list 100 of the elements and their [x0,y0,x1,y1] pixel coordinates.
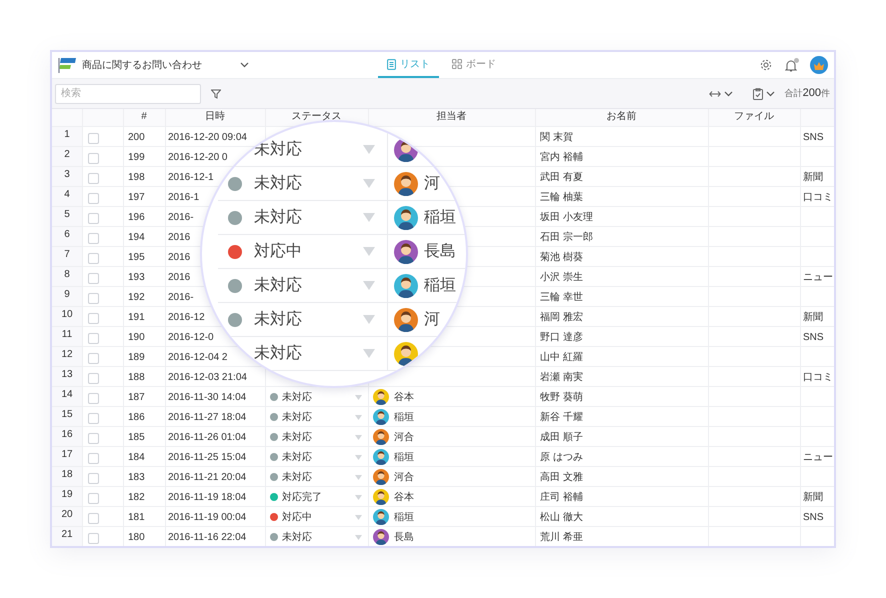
status-label[interactable]: 未対応 [282,532,312,543]
row-checkbox[interactable] [88,273,99,284]
assignee-name: 河合 [394,431,414,444]
customer-name: 原 はつみ [540,451,583,464]
status-label[interactable]: 未対応 [282,392,312,403]
row-checkbox[interactable] [88,293,99,304]
page-title: 商品に関するお問い合わせ [82,58,203,72]
record-id: 185 [128,432,145,442]
status-label[interactable]: 対応中 [282,512,312,523]
customer-name: 三輪 柚葉 [540,190,583,204]
caret-icon [363,179,375,188]
chevron-down-icon[interactable] [240,62,249,68]
row-checkbox[interactable] [88,233,99,244]
row-checkbox[interactable] [88,453,99,464]
date-time: 2016-12 [168,312,205,322]
row-checkbox[interactable] [88,213,99,224]
filter-icon[interactable] [211,88,221,98]
customer-name: 福岡 雅宏 [540,310,583,324]
record-id: 191 [128,312,145,322]
row-checkbox[interactable] [88,533,99,544]
row-checkbox[interactable] [88,393,99,404]
assignee-name: 谷本 [394,490,414,504]
horizontal-arrows-icon[interactable] [708,90,721,98]
customer-name: 牧野 葵萌 [540,390,583,404]
customer-name: 成田 順子 [540,430,583,444]
row-number: 19 [61,489,73,500]
source-label: ニュー [803,271,833,284]
customer-name: 菊池 樹葵 [540,250,583,264]
date-time: 2016-11-27 18:04 [168,412,246,422]
row-checkbox[interactable] [88,313,99,324]
status-label: 未対応 [254,277,302,294]
record-id: 199 [128,152,145,162]
row-checkbox[interactable] [88,173,99,184]
row-checkbox[interactable] [88,133,99,144]
status-label[interactable]: 未対応 [282,472,312,483]
source-label: SNS [803,332,824,342]
row-number: 1 [64,129,70,140]
status-label[interactable]: 対応完了 [282,492,322,503]
row-checkbox[interactable] [88,353,99,364]
assignee-name: 長島 [394,530,414,544]
record-id: 188 [128,372,145,382]
status-label: 未対応 [254,345,302,362]
assignee-name: 稲垣 [424,276,456,296]
view-tab[interactable]: ボード [443,52,505,78]
chevron-down-icon[interactable] [724,90,733,96]
status-label[interactable]: 未対応 [282,432,312,443]
record-id: 181 [128,512,145,522]
row-checkbox[interactable] [88,373,99,384]
row-number: 3 [64,169,70,180]
settings-icon[interactable] [760,59,772,71]
row-checkbox[interactable] [88,253,99,264]
date-time: 2016-1 [168,192,200,202]
customer-name: 新谷 千耀 [540,410,583,424]
notification-icon[interactable] [785,58,797,72]
record-id: 184 [128,452,145,462]
total-count: 合計200件 [784,87,830,100]
source-label: 口コミ [803,371,833,384]
row-checkbox[interactable] [88,333,99,344]
row-number: 9 [64,289,70,300]
assignee-name: 稲垣 [424,208,456,228]
search-field[interactable]: 検索 [55,84,201,104]
date-time: 2016-12-04 2 [168,352,228,362]
customer-name: 石田 宗一郎 [540,230,593,244]
row-checkbox[interactable] [88,493,99,504]
caret-icon [363,247,375,256]
record-id: 192 [128,292,145,302]
customer-name: 三輪 幸世 [540,290,583,304]
user-avatar-icon[interactable] [810,56,828,74]
row-checkbox[interactable] [88,153,99,164]
source-label: 新聞 [803,490,823,504]
customer-name: 高田 文雅 [540,470,583,484]
record-id: 186 [128,412,145,422]
row-number: 15 [61,409,73,420]
row-checkbox[interactable] [88,513,99,524]
row-checkbox[interactable] [88,473,99,484]
customer-name: 庄司 裕輔 [540,490,583,504]
row-checkbox[interactable] [88,433,99,444]
row-checkbox[interactable] [88,193,99,204]
caret-icon [363,349,375,358]
clipboard-icon[interactable] [752,88,763,100]
chevron-down-icon[interactable] [766,90,775,96]
row-number: 11 [62,329,72,340]
assignee-name: 稲垣 [394,451,414,464]
record-id: 194 [128,232,145,242]
document-icon [387,58,396,70]
customer-name: 荒川 希亜 [540,530,583,544]
row-number: 2 [64,149,70,160]
row-checkbox[interactable] [88,413,99,424]
caret-icon [363,315,375,324]
row-number: 10 [61,309,73,320]
caret-icon [363,281,375,290]
caret-icon [355,414,362,420]
column-header: お名前 [606,111,636,122]
status-label[interactable]: 未対応 [282,452,312,463]
customer-name: 武田 有夏 [540,170,583,184]
column-header: # [141,111,147,122]
source-label: SNS [803,132,824,142]
status-label[interactable]: 未対応 [282,412,312,423]
record-id: 193 [128,272,145,282]
row-number: 8 [64,269,70,280]
